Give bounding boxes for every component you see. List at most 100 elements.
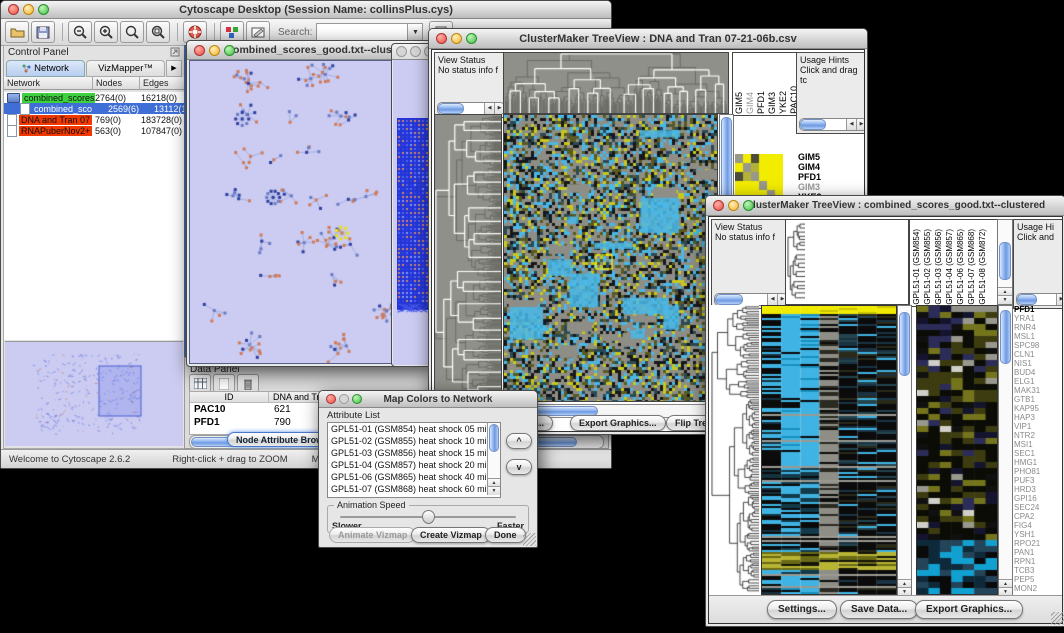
gene-label[interactable]: SPC98 bbox=[1014, 341, 1063, 350]
zoom-fit-icon[interactable] bbox=[146, 21, 170, 43]
open-folder-icon[interactable] bbox=[5, 21, 29, 43]
scroll-thumb[interactable] bbox=[800, 119, 826, 130]
usage-hints-scrollbar[interactable]: ◀▶ bbox=[799, 118, 865, 131]
close-icon[interactable] bbox=[326, 394, 336, 404]
gene-label[interactable]: MSL1 bbox=[1014, 332, 1063, 341]
minimize-icon[interactable] bbox=[23, 4, 34, 15]
settings-button[interactable]: Settings... bbox=[767, 600, 837, 619]
gene-label[interactable]: PUF3 bbox=[1014, 476, 1063, 485]
dense-network-canvas[interactable] bbox=[397, 118, 429, 314]
minimize-icon[interactable] bbox=[209, 45, 220, 56]
column-dendrogram-canvas[interactable] bbox=[503, 52, 729, 114]
scroll-left-icon[interactable]: ◀ bbox=[846, 119, 856, 130]
zoom-window-icon[interactable] bbox=[743, 200, 754, 211]
labels-vscrollbar[interactable]: ▲ ▼ bbox=[997, 219, 1013, 305]
column-label[interactable]: GIM4 bbox=[746, 92, 755, 114]
treeview-titlebar[interactable]: ClusterMaker TreeView : combined_scores_… bbox=[706, 196, 1064, 216]
done-button[interactable]: Done bbox=[485, 527, 526, 543]
gene-label[interactable]: FIG4 bbox=[1014, 521, 1063, 530]
scroll-left-icon[interactable]: ◀ bbox=[767, 294, 777, 305]
export-graphics-button[interactable]: Export Graphics... bbox=[915, 600, 1023, 619]
column-label[interactable]: GPL51-07 (GSM868) bbox=[967, 229, 976, 305]
gene-label[interactable]: GPI16 bbox=[1014, 494, 1063, 503]
zoom-window-icon[interactable] bbox=[38, 4, 49, 15]
zoom-window-icon[interactable] bbox=[224, 45, 235, 56]
resize-grip[interactable] bbox=[523, 533, 536, 546]
row-label[interactable]: PFD1 bbox=[798, 172, 860, 182]
heatmap-vscrollbar[interactable]: ▲ ▼ bbox=[897, 305, 912, 597]
scroll-thumb[interactable] bbox=[438, 103, 464, 114]
gene-label[interactable]: HRD3 bbox=[1014, 485, 1063, 494]
gene-label[interactable]: RPN1 bbox=[1014, 557, 1063, 566]
vscroll-thumb[interactable] bbox=[899, 312, 910, 376]
close-icon[interactable] bbox=[396, 46, 407, 57]
tab-network[interactable]: Network bbox=[6, 60, 85, 77]
save-icon[interactable] bbox=[31, 21, 55, 43]
col-nodes[interactable]: Nodes bbox=[93, 77, 140, 90]
save-data-button[interactable]: Save Data... bbox=[840, 600, 918, 619]
scroll-right-icon[interactable]: ▶ bbox=[1056, 294, 1063, 305]
scroll-down-icon[interactable]: ▼ bbox=[998, 295, 1012, 304]
vscroll-thumb[interactable] bbox=[489, 424, 499, 452]
gene-label[interactable]: CLN1 bbox=[1014, 350, 1063, 359]
gene-label[interactable]: SEC1 bbox=[1014, 449, 1063, 458]
gene-label[interactable]: HAP3 bbox=[1014, 413, 1063, 422]
treeview-titlebar[interactable]: ClusterMaker TreeView : DNA and Tran 07-… bbox=[429, 29, 867, 49]
minimize-icon[interactable] bbox=[410, 46, 421, 57]
row-dendrogram-canvas[interactable] bbox=[434, 114, 502, 402]
row-dendrogram-canvas[interactable] bbox=[711, 305, 759, 593]
column-label[interactable]: GPL51-03 (GSM856) bbox=[934, 229, 943, 305]
column-label[interactable]: GPL51-06 (GSM865) bbox=[956, 229, 965, 305]
scroll-thumb[interactable] bbox=[715, 294, 743, 305]
row-label[interactable]: GIM5 bbox=[798, 152, 860, 162]
column-label[interactable]: GIM5 bbox=[735, 92, 744, 114]
gene-label[interactable]: KAP95 bbox=[1014, 404, 1063, 413]
zoom-window-icon[interactable] bbox=[352, 394, 362, 404]
gene-label[interactable]: PFD1 bbox=[1014, 305, 1063, 314]
speed-slider-thumb[interactable] bbox=[422, 510, 435, 524]
zoom-in-icon[interactable] bbox=[94, 21, 118, 43]
column-dendrogram-area[interactable] bbox=[785, 219, 909, 305]
close-icon[interactable] bbox=[436, 33, 447, 44]
resize-grip[interactable] bbox=[1051, 612, 1064, 625]
heatmap-canvas[interactable] bbox=[761, 305, 897, 595]
search-input[interactable] bbox=[316, 23, 408, 42]
vscroll-thumb[interactable] bbox=[999, 242, 1011, 280]
zoom-out-icon[interactable] bbox=[68, 21, 92, 43]
gene-label[interactable]: VIP1 bbox=[1014, 422, 1063, 431]
gene-label[interactable]: YRA1 bbox=[1014, 314, 1063, 323]
column-label[interactable]: GPL51-08 (GSM872) bbox=[978, 229, 987, 305]
tabs-overflow-arrow-icon[interactable]: ▶ bbox=[166, 60, 182, 77]
attribute-list[interactable]: GPL51-01 (GSM854) heat shock 05 min GPL51… bbox=[327, 422, 501, 498]
minimize-icon[interactable] bbox=[728, 200, 739, 211]
close-icon[interactable] bbox=[8, 4, 19, 15]
col-network[interactable]: Network bbox=[4, 77, 93, 90]
zoom-window-icon[interactable] bbox=[466, 33, 477, 44]
gene-label[interactable]: HMG1 bbox=[1014, 458, 1063, 467]
attribute-item[interactable]: GPL51-01 (GSM854) heat shock 05 min bbox=[328, 423, 500, 435]
row-label[interactable]: GIM4 bbox=[798, 162, 860, 172]
gene-label[interactable]: YSH1 bbox=[1014, 530, 1063, 539]
gene-label[interactable]: BUD4 bbox=[1014, 368, 1063, 377]
column-label[interactable]: PFD1 bbox=[757, 91, 766, 114]
scroll-right-icon[interactable]: ▶ bbox=[856, 119, 865, 130]
network-row[interactable]: RNAPuberNov2+ 563(0) 107847(0) bbox=[4, 125, 184, 136]
column-label[interactable]: GPL51-02 (GSM855) bbox=[923, 229, 932, 305]
gene-label[interactable]: GTB1 bbox=[1014, 395, 1063, 404]
gene-label[interactable]: ELG1 bbox=[1014, 377, 1063, 386]
birds-eye-view[interactable] bbox=[5, 341, 183, 446]
attribute-item[interactable]: GPL51-03 (GSM856) heat shock 15 min bbox=[328, 447, 500, 459]
minimize-icon[interactable] bbox=[339, 394, 349, 404]
export-graphics-button[interactable]: Export Graphics... bbox=[570, 415, 666, 431]
move-down-button[interactable]: v bbox=[506, 459, 532, 475]
vscroll-thumb[interactable] bbox=[1000, 310, 1011, 364]
gene-label[interactable]: SEC24 bbox=[1014, 503, 1063, 512]
minimize-icon[interactable] bbox=[451, 33, 462, 44]
tab-vizmapper[interactable]: VizMapper™ bbox=[86, 60, 165, 77]
gene-label[interactable]: PAN1 bbox=[1014, 548, 1063, 557]
gene-label[interactable]: RPO21 bbox=[1014, 539, 1063, 548]
network-row[interactable]: combined_scores 2764(0) 16218(0) bbox=[4, 92, 184, 103]
gene-label[interactable]: MON2 bbox=[1014, 584, 1063, 593]
column-label[interactable]: GPL51-04 (GSM857) bbox=[945, 229, 954, 305]
attribute-item[interactable]: GPL51-07 (GSM868) heat shock 60 min bbox=[328, 483, 500, 495]
